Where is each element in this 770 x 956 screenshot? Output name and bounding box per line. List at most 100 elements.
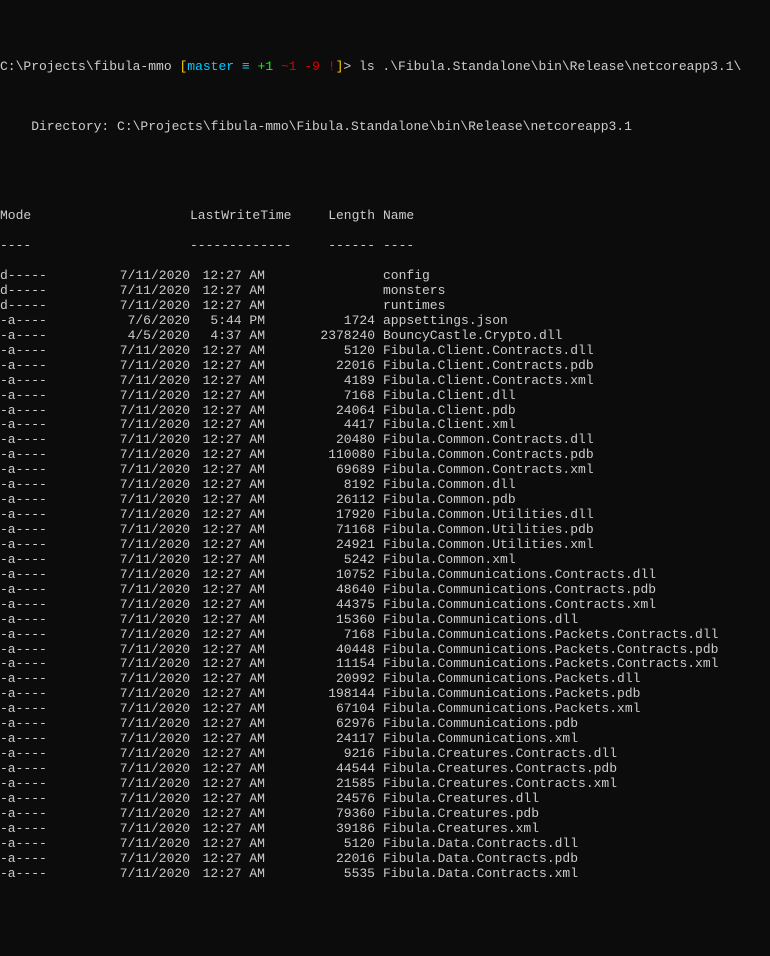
cell-time: 5:44 PM xyxy=(190,314,265,329)
cell-mode: -a---- xyxy=(0,702,60,717)
dash-lastwrite: ------------- xyxy=(190,239,265,254)
cell-time: 12:27 AM xyxy=(190,657,265,672)
git-bang: ! xyxy=(328,59,336,74)
cell-mode: -a---- xyxy=(0,463,60,478)
cell-date: 7/11/2020 xyxy=(60,777,190,792)
cell-date: 7/11/2020 xyxy=(60,717,190,732)
cell-mode: -a---- xyxy=(0,374,60,389)
prompt-line[interactable]: C:\Projects\fibula-mmo [master ≡ +1 ~1 -… xyxy=(0,60,770,75)
table-row: -a----7/11/202012:27 AM110080Fibula.Comm… xyxy=(0,448,770,463)
cell-name: Fibula.Client.dll xyxy=(375,389,516,404)
cell-name: Fibula.Communications.Packets.Contracts.… xyxy=(375,643,718,658)
cell-mode: -a---- xyxy=(0,837,60,852)
cell-time: 12:27 AM xyxy=(190,792,265,807)
directory-label: Directory: C:\Projects\fibula-mmo\Fibula… xyxy=(0,120,770,135)
cell-mode: -a---- xyxy=(0,687,60,702)
dash-mode: ---- xyxy=(0,239,60,254)
cell-name: Fibula.Client.Contracts.dll xyxy=(375,344,594,359)
cell-length: 110080 xyxy=(265,448,375,463)
cell-time: 12:27 AM xyxy=(190,613,265,628)
cell-length: 79360 xyxy=(265,807,375,822)
cell-time: 12:27 AM xyxy=(190,553,265,568)
git-plus: +1 xyxy=(258,59,274,74)
cell-date: 7/11/2020 xyxy=(60,867,190,882)
cell-date: 7/11/2020 xyxy=(60,299,190,314)
table-row: -a----7/11/202012:27 AM5242Fibula.Common… xyxy=(0,553,770,568)
cell-mode: -a---- xyxy=(0,867,60,882)
cell-length: 24576 xyxy=(265,792,375,807)
cell-name: Fibula.Communications.pdb xyxy=(375,717,578,732)
cell-mode: -a---- xyxy=(0,822,60,837)
cell-date: 7/11/2020 xyxy=(60,837,190,852)
cell-name: Fibula.Creatures.Contracts.pdb xyxy=(375,762,617,777)
cell-name: Fibula.Common.Contracts.pdb xyxy=(375,448,594,463)
cell-mode: -a---- xyxy=(0,807,60,822)
cell-mode: -a---- xyxy=(0,553,60,568)
cell-date: 7/11/2020 xyxy=(60,433,190,448)
table-row: -a----7/11/202012:27 AM21585Fibula.Creat… xyxy=(0,777,770,792)
cell-length: 24117 xyxy=(265,732,375,747)
cell-mode: d----- xyxy=(0,299,60,314)
header-mode: Mode xyxy=(0,209,60,224)
table-row: -a----7/11/202012:27 AM67104Fibula.Commu… xyxy=(0,702,770,717)
cell-length: 71168 xyxy=(265,523,375,538)
cell-name: Fibula.Common.Contracts.dll xyxy=(375,433,594,448)
cell-date: 7/11/2020 xyxy=(60,344,190,359)
cell-time: 12:27 AM xyxy=(190,299,265,314)
cell-length: 2378240 xyxy=(265,329,375,344)
cell-name: Fibula.Communications.dll xyxy=(375,613,578,628)
cell-name: Fibula.Data.Contracts.dll xyxy=(375,837,578,852)
cell-length: 9216 xyxy=(265,747,375,762)
cell-mode: -a---- xyxy=(0,389,60,404)
table-row: -a----7/11/202012:27 AM198144Fibula.Comm… xyxy=(0,687,770,702)
cell-mode: -a---- xyxy=(0,448,60,463)
cell-mode: -a---- xyxy=(0,508,60,523)
cell-date: 7/11/2020 xyxy=(60,702,190,717)
table-row: -a----7/11/202012:27 AM26112Fibula.Commo… xyxy=(0,493,770,508)
table-row: -a----7/11/202012:27 AM5120Fibula.Client… xyxy=(0,344,770,359)
cell-time: 12:27 AM xyxy=(190,418,265,433)
cell-name: Fibula.Client.pdb xyxy=(375,404,516,419)
table-row: -a----7/11/202012:27 AM24921Fibula.Commo… xyxy=(0,538,770,553)
cell-name: Fibula.Data.Contracts.pdb xyxy=(375,852,578,867)
prompt-arrow: > xyxy=(343,59,351,74)
cell-mode: -a---- xyxy=(0,344,60,359)
table-row: -a----7/11/202012:27 AM10752Fibula.Commu… xyxy=(0,568,770,583)
cell-name: Fibula.Communications.Packets.xml xyxy=(375,702,640,717)
cell-mode: -a---- xyxy=(0,598,60,613)
cell-length: 5120 xyxy=(265,344,375,359)
cell-length: 10752 xyxy=(265,568,375,583)
cell-date: 7/11/2020 xyxy=(60,404,190,419)
cell-length: 20480 xyxy=(265,433,375,448)
cell-mode: -a---- xyxy=(0,792,60,807)
cell-time: 12:27 AM xyxy=(190,359,265,374)
blank-line xyxy=(0,90,770,105)
table-row: -a----7/11/202012:27 AM22016Fibula.Clien… xyxy=(0,359,770,374)
cell-mode: -a---- xyxy=(0,777,60,792)
cell-time: 12:27 AM xyxy=(190,628,265,643)
git-minus: -9 xyxy=(304,59,320,74)
cell-length: 21585 xyxy=(265,777,375,792)
table-row: -a----7/11/202012:27 AM20992Fibula.Commu… xyxy=(0,672,770,687)
cell-length: 198144 xyxy=(265,687,375,702)
cell-date: 4/5/2020 xyxy=(60,329,190,344)
header-lastwrite: LastWriteTime xyxy=(190,209,265,224)
table-row: -a----7/11/202012:27 AM9216Fibula.Creatu… xyxy=(0,747,770,762)
cell-time: 12:27 AM xyxy=(190,404,265,419)
cell-time: 12:27 AM xyxy=(190,777,265,792)
cell-name: Fibula.Client.Contracts.xml xyxy=(375,374,594,389)
cell-length: 8192 xyxy=(265,478,375,493)
cell-length: 69689 xyxy=(265,463,375,478)
cell-mode: -a---- xyxy=(0,732,60,747)
table-row: -a----7/11/202012:27 AM17920Fibula.Commo… xyxy=(0,508,770,523)
cell-length: 7168 xyxy=(265,389,375,404)
cell-length: 24921 xyxy=(265,538,375,553)
cell-length: 44375 xyxy=(265,598,375,613)
cell-time: 12:27 AM xyxy=(190,687,265,702)
cell-length: 5120 xyxy=(265,837,375,852)
cell-date: 7/11/2020 xyxy=(60,687,190,702)
cell-mode: -a---- xyxy=(0,762,60,777)
cell-date: 7/11/2020 xyxy=(60,792,190,807)
cell-length: 5242 xyxy=(265,553,375,568)
cell-time: 12:27 AM xyxy=(190,672,265,687)
